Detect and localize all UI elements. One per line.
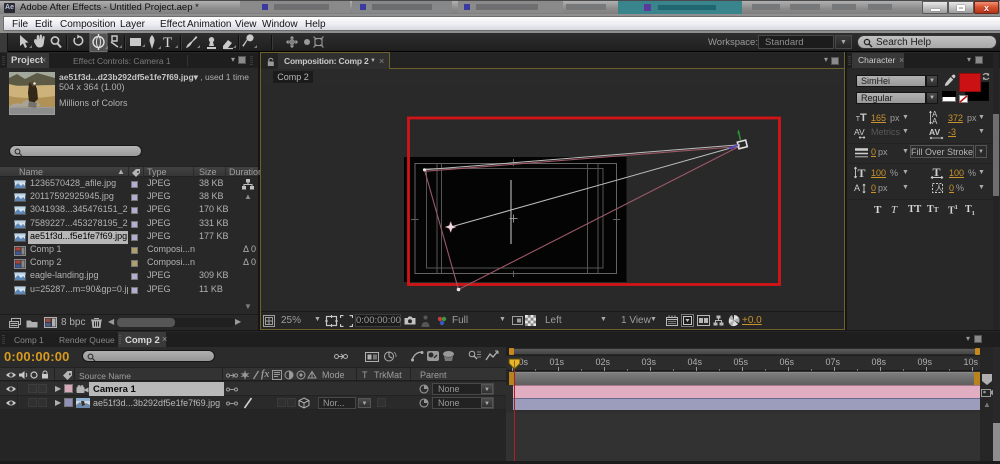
svg-text:人: 人 <box>935 184 943 193</box>
svg-text:T: T <box>163 35 172 51</box>
svg-text:AV: AV <box>854 127 865 137</box>
svg-text:A: A <box>854 183 860 193</box>
svg-text:A: A <box>932 117 938 125</box>
svg-text:AV: AV <box>929 127 941 137</box>
svg-text:T: T <box>858 166 866 179</box>
